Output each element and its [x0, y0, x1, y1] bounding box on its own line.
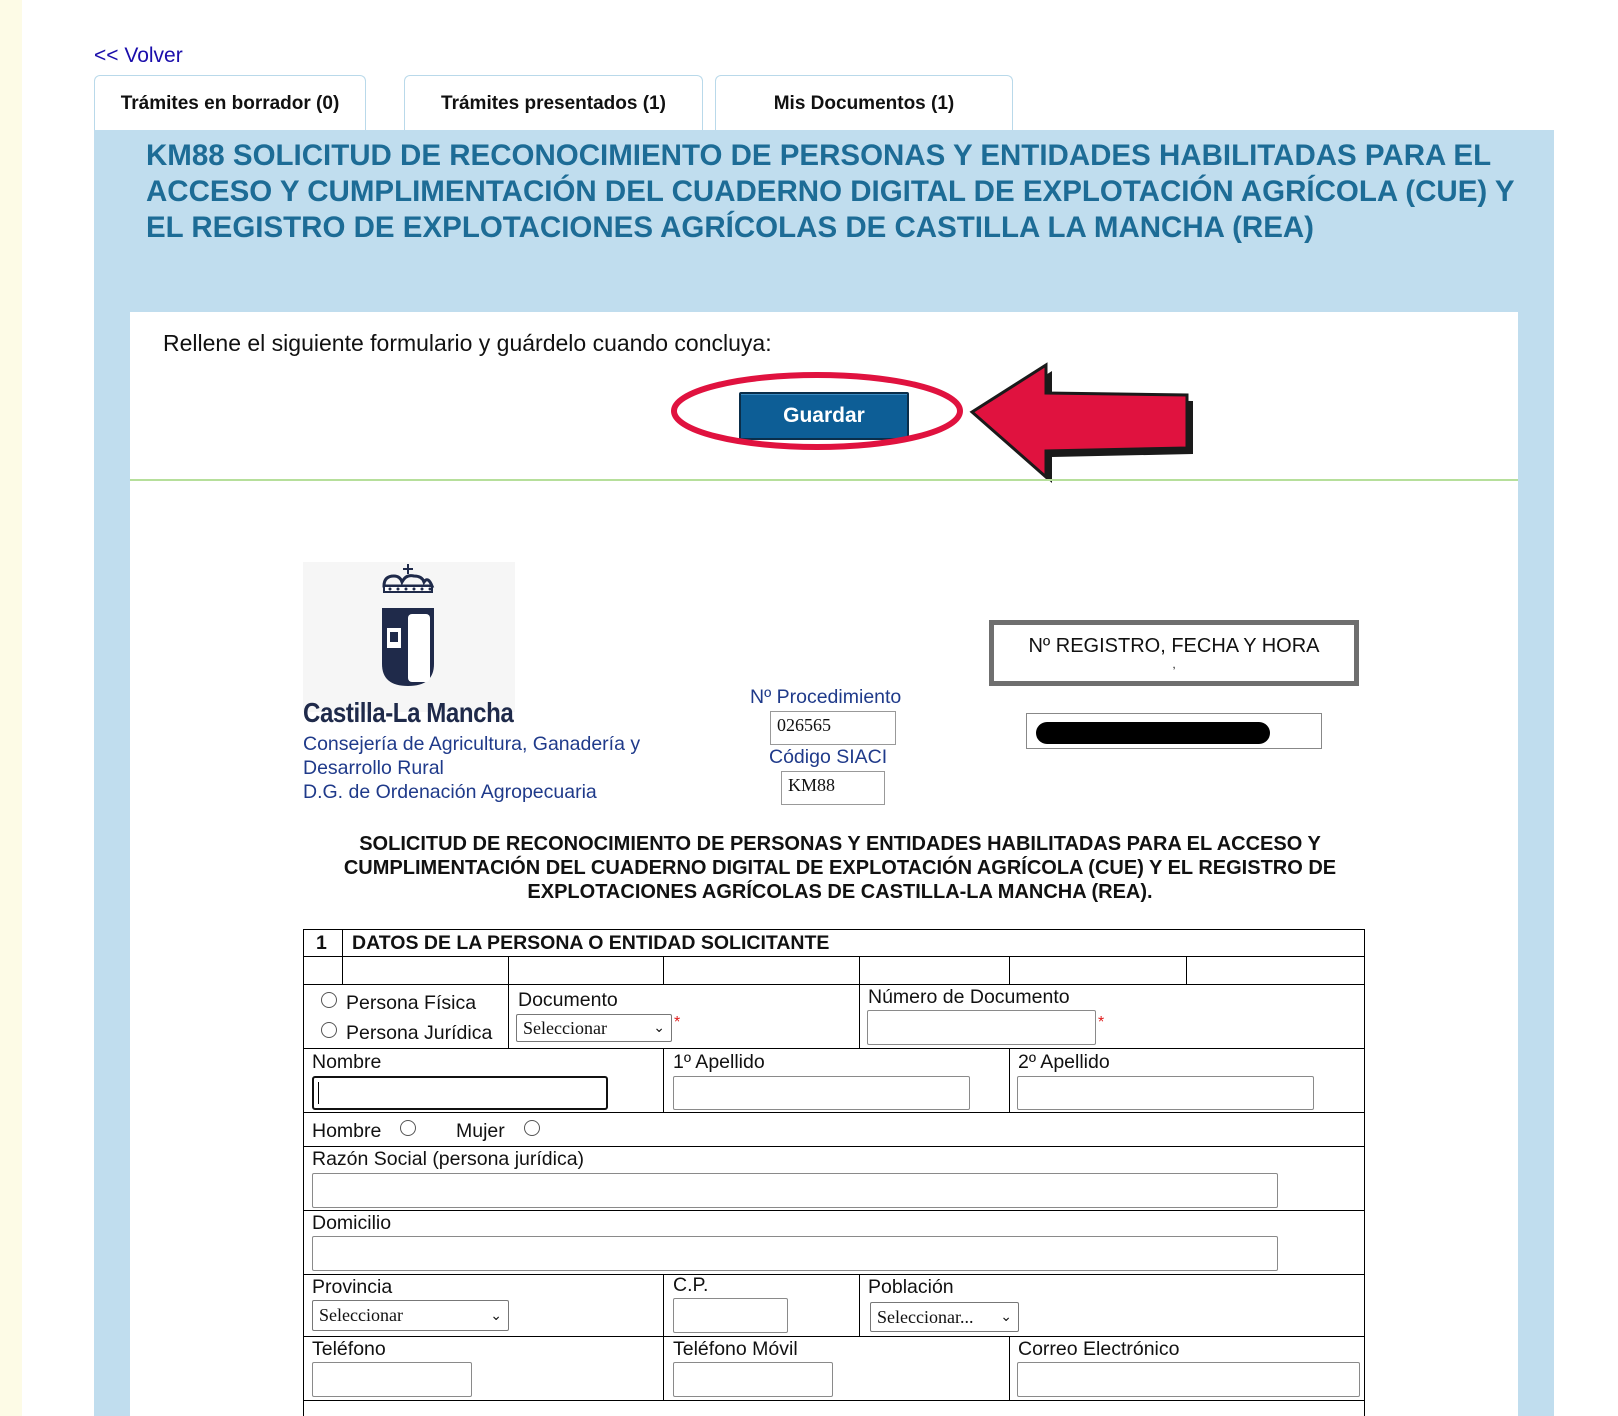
divider [130, 479, 1518, 481]
mujer-radio[interactable] [524, 1120, 540, 1136]
chevron-down-icon: ⌄ [653, 1020, 665, 1036]
movil-label: Teléfono Móvil [673, 1338, 798, 1360]
required-mark: * [674, 1014, 681, 1031]
provincia-select[interactable]: Seleccionar ⌄ [312, 1300, 509, 1331]
poblacion-select[interactable]: Seleccionar... ⌄ [870, 1302, 1019, 1332]
row-divider [303, 956, 1365, 957]
tab-mis-documentos[interactable]: Mis Documentos (1) [715, 75, 1013, 131]
form-title: SOLICITUD DE RECONOCIMIENTO DE PERSONAS … [343, 833, 1337, 903]
documento-selected: Seleccionar [523, 1017, 607, 1038]
persona-fisica-label: Persona Física [346, 992, 477, 1014]
apellido1-input[interactable] [673, 1076, 970, 1110]
section-number: 1 [316, 932, 327, 954]
cp-input[interactable] [673, 1298, 788, 1333]
telefono-label: Teléfono [312, 1338, 386, 1360]
registro-value: , [1172, 657, 1176, 671]
hombre-radio[interactable] [400, 1120, 416, 1136]
hombre-label: Hombre [312, 1120, 382, 1142]
tab-label: Trámites presentados (1) [441, 92, 666, 114]
instructions-text: Rellene el siguiente formulario y guárde… [163, 330, 772, 356]
siaci-label: Código SIACI [769, 746, 888, 768]
persona-juridica-label: Persona Jurídica [346, 1022, 493, 1044]
department-line: Desarrollo Rural [303, 757, 444, 779]
col-divider [663, 956, 664, 984]
domicilio-input[interactable] [312, 1236, 1278, 1271]
row-divider [303, 1336, 1365, 1337]
brand-name: Castilla-La Mancha [303, 697, 514, 728]
section-title: DATOS DE LA PERSONA O ENTIDAD SOLICITANT… [352, 932, 830, 954]
arrow-icon [969, 362, 1193, 483]
text-caret [318, 1082, 319, 1104]
col-divider [663, 1274, 664, 1400]
apellido2-input[interactable] [1017, 1076, 1314, 1110]
movil-input[interactable] [673, 1362, 833, 1397]
col-divider [342, 929, 343, 984]
tab-label: Trámites en borrador (0) [120, 92, 340, 114]
row-divider [303, 1274, 1365, 1275]
apellido2-label: 2º Apellido [1018, 1051, 1110, 1073]
col-divider [663, 1048, 664, 1112]
siaci-field: KM88 [781, 771, 885, 805]
col-divider [859, 1274, 860, 1336]
poblacion-selected: Seleccionar... [877, 1306, 974, 1327]
required-mark: * [1098, 1014, 1105, 1031]
razon-social-input[interactable] [312, 1173, 1278, 1208]
procedure-title: KM88 SOLICITUD DE RECONOCIMIENTO DE PERS… [146, 139, 1515, 244]
row-divider [303, 1112, 1365, 1113]
tab-label: Mis Documentos (1) [773, 92, 955, 114]
col-divider [1009, 1336, 1010, 1400]
col-divider [1009, 1048, 1010, 1112]
email-input[interactable] [1017, 1362, 1360, 1397]
registro-box: Nº REGISTRO, FECHA Y HORA , [989, 620, 1359, 686]
row-divider [303, 984, 1365, 985]
procedimiento-field: 026565 [770, 711, 896, 745]
row-divider [303, 1210, 1365, 1211]
mujer-label: Mujer [456, 1120, 505, 1142]
persona-juridica-radio[interactable] [321, 1022, 337, 1038]
col-divider [508, 956, 509, 1048]
col-divider [1009, 956, 1010, 984]
row-divider [303, 1400, 1365, 1401]
col-divider [859, 956, 860, 1048]
directorate-line: D.G. de Ordenación Agropecuaria [303, 781, 597, 803]
nombre-label: Nombre [312, 1051, 382, 1073]
persona-fisica-radio[interactable] [321, 992, 337, 1008]
registro-label: Nº REGISTRO, FECHA Y HORA [1028, 635, 1320, 657]
provincia-label: Provincia [312, 1276, 393, 1298]
nombre-input[interactable] [312, 1076, 608, 1110]
tab-presentados[interactable]: Trámites presentados (1) [404, 75, 703, 131]
annotation-overlay [671, 362, 1193, 483]
chevron-down-icon: ⌄ [490, 1307, 502, 1324]
col-divider [1186, 956, 1187, 984]
row-divider [303, 1146, 1365, 1147]
redaction-bar [1036, 722, 1270, 744]
highlight-ellipse [671, 372, 963, 450]
department-line: Consejería de Agricultura, Ganadería y [303, 733, 641, 755]
domicilio-label: Domicilio [312, 1212, 392, 1234]
apellido1-label: 1º Apellido [673, 1051, 765, 1073]
numero-documento-input[interactable] [867, 1010, 1096, 1045]
chevron-down-icon: ⌄ [1000, 1309, 1012, 1325]
cp-label: C.P. [673, 1274, 709, 1296]
procedimiento-label: Nº Procedimiento [750, 686, 902, 708]
back-link[interactable]: << Volver [94, 44, 183, 68]
row-divider [303, 1048, 1365, 1049]
email-label: Correo Electrónico [1018, 1338, 1180, 1360]
tab-borrador[interactable]: Trámites en borrador (0) [94, 75, 366, 131]
documento-select[interactable]: Seleccionar ⌄ [516, 1014, 672, 1042]
coat-of-arms-icon [382, 564, 435, 686]
documento-label: Documento [518, 989, 618, 1011]
provincia-selected: Seleccionar [319, 1305, 403, 1325]
poblacion-label: Población [868, 1276, 954, 1298]
telefono-input[interactable] [312, 1362, 472, 1397]
numero-documento-label: Número de Documento [868, 986, 1070, 1008]
razon-social-label: Razón Social (persona jurídica) [312, 1148, 585, 1170]
